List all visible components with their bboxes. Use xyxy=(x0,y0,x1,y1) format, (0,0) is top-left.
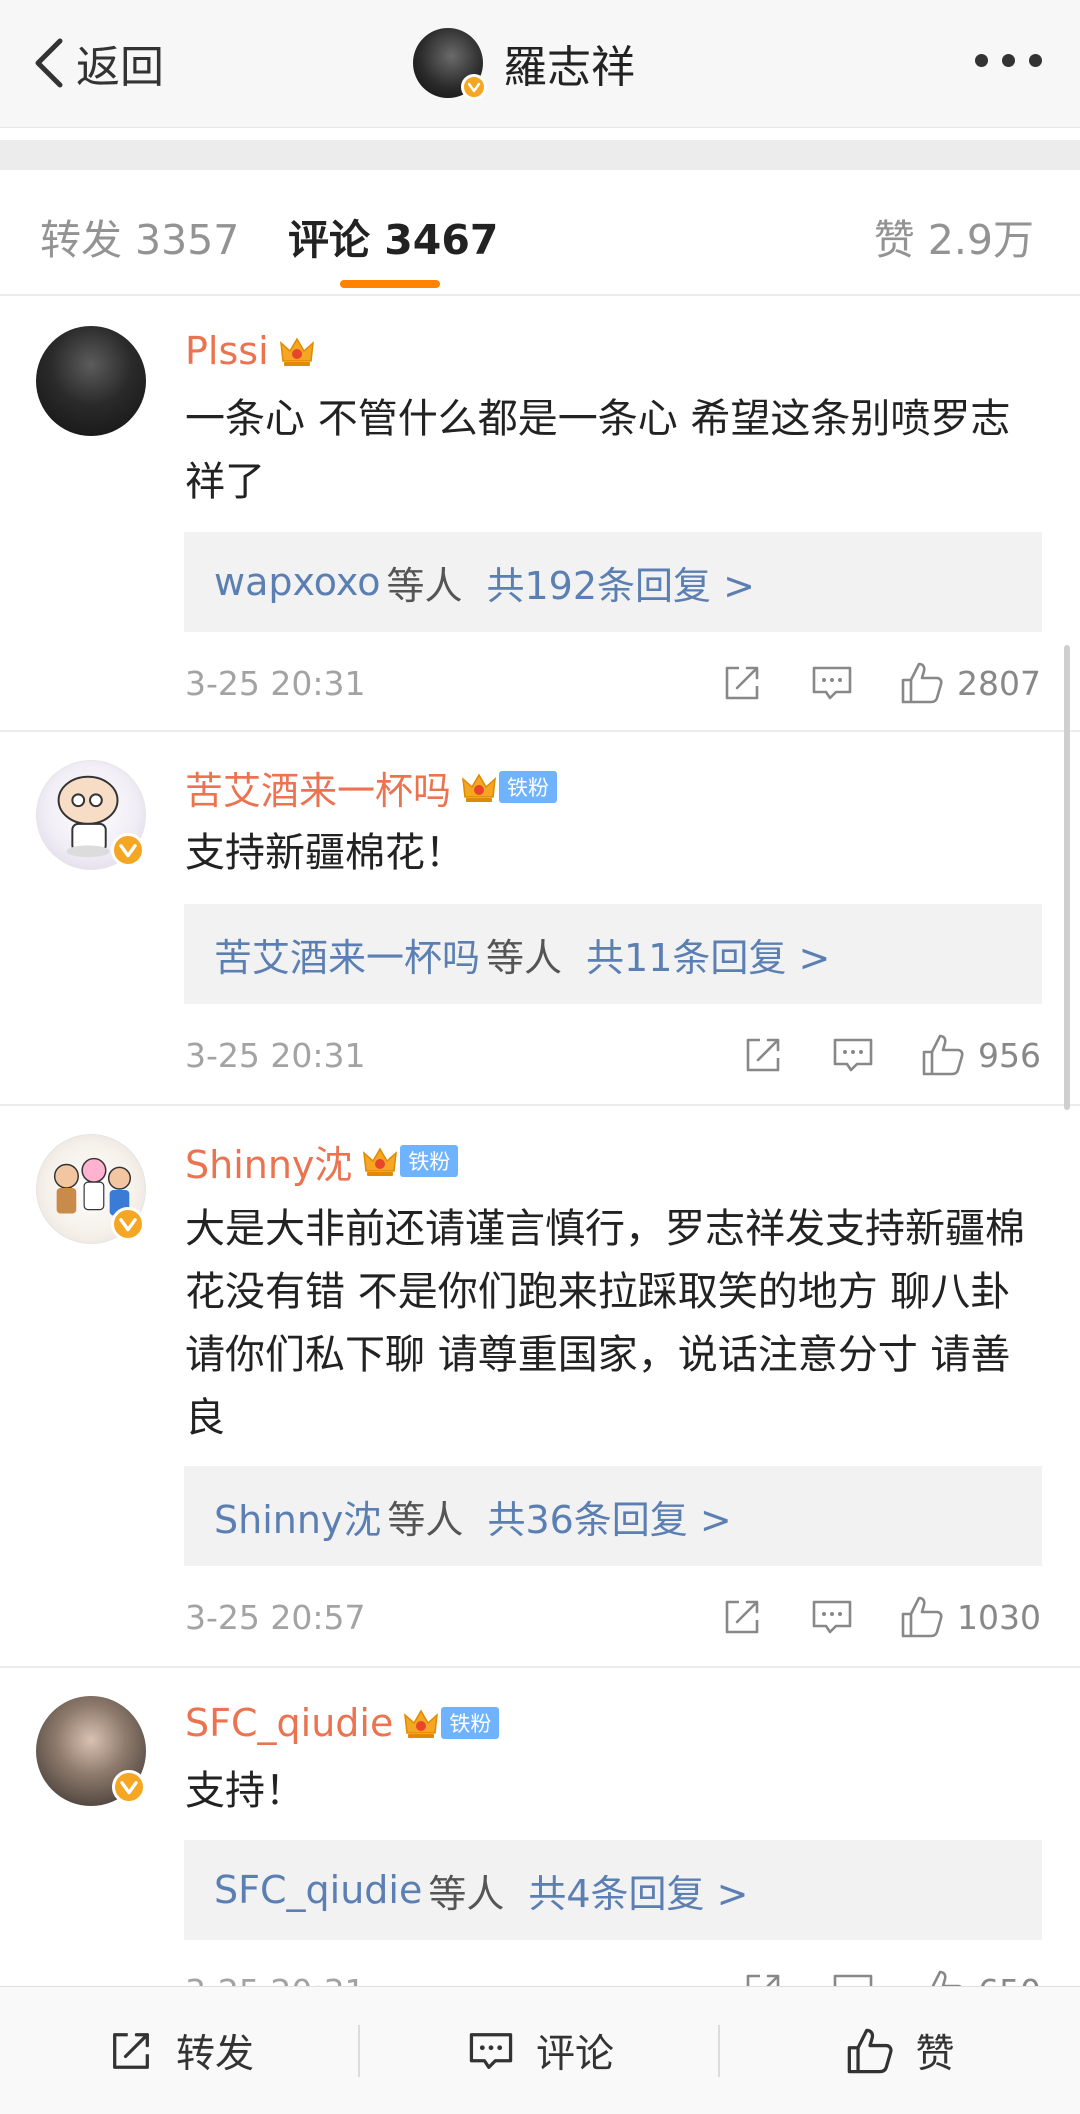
chevron-left-icon xyxy=(35,38,63,88)
reply-count-link[interactable]: 共192条回复 > xyxy=(486,555,754,610)
comment-label: 评论 xyxy=(535,2031,614,2077)
thumbs-up-icon[interactable] xyxy=(899,660,945,706)
comment-button[interactable]: 评论 xyxy=(360,1987,720,2114)
like-count: 2807 xyxy=(957,663,1041,703)
comment-icon[interactable] xyxy=(809,1594,855,1640)
bottom-action-bar: 转发 评论 赞 xyxy=(0,1986,1080,2114)
section-divider xyxy=(0,140,1080,170)
fan-badge: 铁粉 xyxy=(400,1145,459,1177)
comment-icon[interactable] xyxy=(830,1032,876,1078)
crown-icon xyxy=(462,773,496,802)
crown-icon xyxy=(279,337,314,366)
like-label: 赞 xyxy=(915,2031,955,2077)
verified-badge-icon xyxy=(461,74,487,100)
verified-badge-icon xyxy=(111,1207,145,1241)
verified-badge-icon xyxy=(112,1770,146,1804)
reply-summary[interactable]: 苦艾酒来一杯吗 等人 共11条回复 > xyxy=(184,904,1042,1004)
avatar[interactable] xyxy=(36,326,146,436)
reply-count-link[interactable]: 共11条回复 > xyxy=(586,927,830,982)
tab-repost[interactable]: 转发 3357 xyxy=(40,206,239,266)
repost-button[interactable]: 转发 xyxy=(0,1987,360,2114)
comment-username[interactable]: 苦艾酒来一杯吗 xyxy=(185,760,451,815)
reply-others-label: 等人 xyxy=(386,563,463,608)
comment-time: 3-25 20:57 xyxy=(185,1597,366,1637)
back-label: 返回 xyxy=(76,42,164,93)
scrollbar[interactable] xyxy=(1064,645,1070,1110)
reply-username[interactable]: wapxoxo xyxy=(214,560,380,604)
comment-text: 支持！ xyxy=(185,1768,305,1814)
thumbs-up-icon[interactable] xyxy=(920,1032,966,1078)
fan-badge: 铁粉 xyxy=(499,771,558,803)
profile-header[interactable]: 羅志祥 xyxy=(413,26,635,100)
fan-badge: 铁粉 xyxy=(441,1707,500,1739)
repost-label: 转发 xyxy=(175,2031,254,2077)
reply-summary[interactable]: Shinny沈 等人 共36条回复 > xyxy=(184,1466,1042,1566)
profile-name: 羅志祥 xyxy=(503,42,635,93)
reply-username[interactable]: SFC_qiudie xyxy=(214,1868,422,1912)
comment-username[interactable]: Shinny沈 xyxy=(185,1134,352,1189)
comment-item: Plssi 一条心 不管什么都是一条心 希望这条别喷罗志祥了 wapxoxo 等… xyxy=(0,296,1080,732)
thumbs-up-icon[interactable] xyxy=(899,1594,945,1640)
comment-text: 大是大非前还请谨言慎行，罗志祥发支持新疆棉花没有错 不是你们跑来拉踩取笑的地方 … xyxy=(185,1206,1025,1441)
tab-comments[interactable]: 评论 3467 xyxy=(288,206,498,266)
more-options-button[interactable] xyxy=(975,54,1042,67)
back-button[interactable]: 返回 xyxy=(30,30,164,96)
like-count: 1030 xyxy=(957,1597,1041,1637)
crown-icon xyxy=(404,1709,439,1738)
avatar[interactable] xyxy=(36,1696,146,1806)
comment-icon[interactable] xyxy=(809,660,855,706)
avatar[interactable] xyxy=(36,760,146,870)
active-tab-indicator xyxy=(340,280,440,288)
top-navigation-bar: 返回 羅志祥 xyxy=(0,0,1080,128)
comment-item: Shinny沈 铁粉 大是大非前还请谨言慎行，罗志祥发支持新疆棉花没有错 不是你… xyxy=(0,1106,1080,1668)
comment-text: 一条心 不管什么都是一条心 希望这条别喷罗志祥了 xyxy=(185,396,1011,505)
comment-icon xyxy=(469,2032,513,2069)
reply-others-label: 等人 xyxy=(486,935,563,980)
reply-others-label: 等人 xyxy=(428,1871,505,1916)
like-button[interactable]: 赞 xyxy=(720,1987,1080,2114)
verified-badge-icon xyxy=(111,833,145,867)
avatar[interactable] xyxy=(413,28,487,100)
reply-others-label: 等人 xyxy=(387,1497,464,1542)
comment-meta: 3-25 20:31 956 xyxy=(185,1030,1041,1080)
share-icon[interactable] xyxy=(719,660,765,706)
comment-username[interactable]: SFC_qiudie xyxy=(185,1701,393,1745)
comment-item: 苦艾酒来一杯吗 铁粉 支持新疆棉花！ 苦艾酒来一杯吗 等人 共11条回复 > 3… xyxy=(0,732,1080,1106)
reply-summary[interactable]: SFC_qiudie 等人 共4条回复 > xyxy=(184,1840,1042,1940)
comment-username[interactable]: Plssi xyxy=(185,329,269,373)
reply-count-link[interactable]: 共4条回复 > xyxy=(528,1863,748,1918)
reply-summary[interactable]: wapxoxo 等人 共192条回复 > xyxy=(184,532,1042,632)
share-icon[interactable] xyxy=(740,1032,786,1078)
reply-count-link[interactable]: 共36条回复 > xyxy=(487,1489,731,1544)
tab-likes[interactable]: 赞 2.9万 xyxy=(874,206,1034,266)
comment-text: 支持新疆棉花！ xyxy=(185,830,465,876)
avatar[interactable] xyxy=(36,1134,146,1244)
comment-time: 3-25 20:31 xyxy=(185,1035,366,1075)
crown-icon xyxy=(363,1147,398,1176)
reply-username[interactable]: Shinny沈 xyxy=(214,1489,381,1544)
comment-time: 3-25 20:31 xyxy=(185,663,366,703)
thumbs-up-icon xyxy=(848,2028,894,2073)
comment-meta: 3-25 20:57 1030 xyxy=(185,1592,1041,1642)
share-icon[interactable] xyxy=(719,1594,765,1640)
share-icon xyxy=(113,2032,149,2069)
comment-meta: 3-25 20:31 2807 xyxy=(185,658,1041,708)
reply-username[interactable]: 苦艾酒来一杯吗 xyxy=(214,927,480,982)
more-dots-icon xyxy=(975,54,988,67)
tab-bar: 转发 3357 评论 3467 赞 2.9万 xyxy=(0,170,1080,296)
like-count: 956 xyxy=(978,1035,1041,1075)
